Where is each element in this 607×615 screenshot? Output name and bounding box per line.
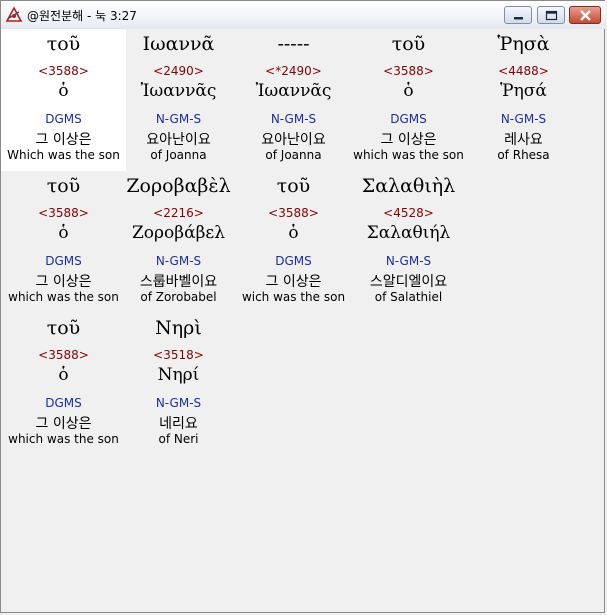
korean-gloss: 그 이상은 <box>380 132 437 148</box>
morphology-code: N-GM-S <box>385 254 432 268</box>
morphology-code: N-GM-S <box>155 396 202 410</box>
word-cell[interactable]: ----- <*2490> Ἰωαννᾶς N-GM-S 요아난이요 of Joanna <box>231 29 356 171</box>
word-cell[interactable]: Σαλαθιὴλ <4528> Σαλαθιήλ N-GM-S 스알디엘이요 of Sal… <box>346 171 471 313</box>
greek-word: τοῦ <box>46 175 81 197</box>
word-cell[interactable]: Ζοροβαβὲλ <2216> Ζοροβάβελ N-GM-S 스룹바벨이요 of Z… <box>116 171 241 313</box>
strong-number: <2490> <box>153 64 204 78</box>
morphology-code: DGMS <box>45 396 82 410</box>
greek-word: Ζοροβαβὲλ <box>126 175 231 197</box>
greek-word: τοῦ <box>276 175 311 197</box>
morphology-code: N-GM-S <box>155 112 202 126</box>
word-cell[interactable]: τοῦ <3588> ὁ DGMS 그 이상은 wich was the son <box>231 171 356 313</box>
korean-gloss: 요아난이요 <box>146 132 211 148</box>
english-gloss: of Zorobabel <box>140 290 217 304</box>
english-gloss: of Neri <box>158 432 199 446</box>
lexical-form: Ῥησά <box>500 81 547 101</box>
word-cell[interactable]: τοῦ <3588> ὁ DGMS 그 이상은 which was the son <box>346 29 471 171</box>
korean-gloss: 그 이상은 <box>35 132 92 148</box>
strong-number: <4528> <box>383 206 434 220</box>
close-icon <box>580 10 591 21</box>
english-gloss: of Joanna <box>150 148 207 162</box>
word-cell[interactable]: τοῦ <3588> ὁ DGMS 그 이상은 which was the son <box>1 313 126 455</box>
lexical-form: ὁ <box>58 365 69 385</box>
greek-word: τοῦ <box>391 33 426 55</box>
strong-number: <2216> <box>153 206 204 220</box>
maximize-icon <box>545 10 558 21</box>
morphology-code: DGMS <box>45 254 82 268</box>
minimize-icon <box>514 17 523 20</box>
app-logo-icon <box>5 6 23 24</box>
lexical-form: ὁ <box>58 81 69 101</box>
korean-gloss: 레사요 <box>504 132 543 148</box>
strong-number: <3588> <box>383 64 434 78</box>
strong-number: <3588> <box>38 64 89 78</box>
morphology-code: DGMS <box>390 112 427 126</box>
korean-gloss: 네리요 <box>159 416 198 432</box>
korean-gloss: 그 이상은 <box>265 274 322 290</box>
korean-gloss: 그 이상은 <box>35 416 92 432</box>
greek-word: τοῦ <box>46 33 81 55</box>
window-title: @원전분해 - 눅 3:27 <box>27 9 137 23</box>
korean-gloss: 스룹바벨이요 <box>139 274 218 290</box>
maximize-button[interactable] <box>537 6 565 24</box>
greek-word: τοῦ <box>46 317 81 339</box>
english-gloss: of Salathiel <box>374 290 443 304</box>
lexical-form: ὁ <box>403 81 414 101</box>
word-cell[interactable]: τοῦ <3588> ὁ DGMS 그 이상은 Which was the son <box>1 29 126 171</box>
strong-number: <3588> <box>38 206 89 220</box>
morphology-code: DGMS <box>275 254 312 268</box>
english-gloss: Which was the son <box>7 148 120 162</box>
lexical-form: Σαλαθιήλ <box>366 223 451 243</box>
lexical-form: ὁ <box>58 223 69 243</box>
lexical-form: Ἰωαννᾶς <box>140 81 217 101</box>
word-analysis-grid: τοῦ <3588> ὁ DGMS 그 이상은 Which was the son Ιωαν… <box>1 29 603 609</box>
morphology-code: N-GM-S <box>270 112 317 126</box>
title-bar[interactable]: @원전분해 - 눅 3:27 <box>1 1 606 29</box>
english-gloss: which was the son <box>8 290 119 304</box>
strong-number: <3518> <box>153 348 204 362</box>
english-gloss: wich was the son <box>241 290 346 304</box>
greek-word: ----- <box>277 33 310 55</box>
english-gloss: which was the son <box>8 432 119 446</box>
english-gloss: which was the son <box>353 148 464 162</box>
word-cell[interactable]: Ιωαννᾶ <2490> Ἰωαννᾶς N-GM-S 요아난이요 of Joanna <box>116 29 241 171</box>
word-cell[interactable]: Ῥησὰ <4488> Ῥησά N-GM-S 레사요 of Rhesa <box>461 29 586 171</box>
strong-number: <*2490> <box>265 64 322 78</box>
morphology-code: N-GM-S <box>500 112 547 126</box>
korean-gloss: 스알디엘이요 <box>369 274 448 290</box>
morphology-code: N-GM-S <box>155 254 202 268</box>
morphology-code: DGMS <box>45 112 82 126</box>
greek-word: Σαλαθιὴλ <box>361 175 456 197</box>
lexical-form: Ἰωαννᾶς <box>255 81 332 101</box>
greek-word: Ῥησὰ <box>497 33 550 55</box>
lexical-form: Ζοροβάβελ <box>132 223 225 243</box>
lexical-form: ὁ <box>288 223 299 243</box>
word-cell[interactable]: Νηρὶ <3518> Νηρί N-GM-S 네리요 of Neri <box>116 313 241 455</box>
strong-number: <3588> <box>38 348 89 362</box>
lexical-form: Νηρί <box>157 365 200 385</box>
korean-gloss: 그 이상은 <box>35 274 92 290</box>
app-window: @원전분해 - 눅 3:27 τοῦ <3588> ὁ DGMS 그 이상은 Which … <box>0 0 606 613</box>
greek-word: Ιωαννᾶ <box>142 33 215 55</box>
greek-word: Νηρὶ <box>155 317 202 339</box>
minimize-button[interactable] <box>504 6 532 24</box>
english-gloss: of Rhesa <box>497 148 550 162</box>
english-gloss: of Joanna <box>265 148 322 162</box>
strong-number: <4488> <box>498 64 549 78</box>
word-cell[interactable]: τοῦ <3588> ὁ DGMS 그 이상은 which was the son <box>1 171 126 313</box>
korean-gloss: 요아난이요 <box>261 132 326 148</box>
close-button[interactable] <box>569 6 601 24</box>
strong-number: <3588> <box>268 206 319 220</box>
